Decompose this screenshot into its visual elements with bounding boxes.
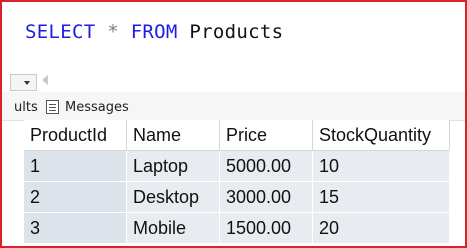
screenshot-frame: SELECT * FROM Products ults Messages Pro… bbox=[0, 0, 467, 248]
tab-messages[interactable]: Messages bbox=[46, 96, 129, 118]
cell-name[interactable]: Desktop bbox=[126, 181, 220, 213]
cell-name[interactable]: Laptop bbox=[126, 150, 220, 182]
editor-scroll-strip bbox=[2, 66, 465, 92]
cell-productid[interactable]: 1 bbox=[24, 150, 127, 182]
table-row[interactable]: 3 Mobile 1500.00 20 bbox=[24, 212, 450, 244]
sql-table-name: Products bbox=[189, 21, 284, 43]
cell-stockquantity[interactable]: 10 bbox=[312, 150, 450, 182]
cell-price[interactable]: 1500.00 bbox=[219, 212, 313, 244]
chevron-down-icon bbox=[24, 81, 30, 85]
sql-star: * bbox=[107, 21, 119, 43]
sql-query[interactable]: SELECT * FROM Products bbox=[25, 19, 283, 45]
column-header-name[interactable]: Name bbox=[126, 120, 220, 151]
messages-icon bbox=[46, 100, 59, 114]
tab-messages-label: Messages bbox=[65, 99, 129, 115]
grid-header-row: ProductId Name Price StockQuantity bbox=[24, 120, 450, 151]
results-tabbar: ults Messages bbox=[2, 92, 465, 121]
column-header-price[interactable]: Price bbox=[219, 120, 313, 151]
zoom-dropdown[interactable] bbox=[10, 74, 37, 91]
cell-productid[interactable]: 2 bbox=[24, 181, 127, 213]
tab-results[interactable]: ults bbox=[14, 96, 42, 118]
cell-price[interactable]: 3000.00 bbox=[219, 181, 313, 213]
cell-stockquantity[interactable]: 15 bbox=[312, 181, 450, 213]
query-editor[interactable]: SELECT * FROM Products bbox=[2, 2, 465, 66]
column-header-productid[interactable]: ProductId bbox=[24, 120, 127, 151]
sql-keyword-from: FROM bbox=[130, 21, 178, 43]
column-header-stockquantity[interactable]: StockQuantity bbox=[312, 120, 450, 151]
cell-productid[interactable]: 3 bbox=[24, 212, 127, 244]
sql-keyword-select: SELECT bbox=[25, 21, 96, 43]
table-row[interactable]: 1 Laptop 5000.00 10 bbox=[24, 150, 450, 182]
horizontal-scrollbar[interactable] bbox=[54, 75, 455, 85]
cell-price[interactable]: 5000.00 bbox=[219, 150, 313, 182]
cell-name[interactable]: Mobile bbox=[126, 212, 220, 244]
results-grid: ProductId Name Price StockQuantity 1 Lap… bbox=[24, 120, 450, 244]
tab-results-label: ults bbox=[14, 99, 38, 115]
scroll-left-arrow-icon[interactable] bbox=[42, 75, 48, 85]
table-row[interactable]: 2 Desktop 3000.00 15 bbox=[24, 181, 450, 213]
cell-stockquantity[interactable]: 20 bbox=[312, 212, 450, 244]
